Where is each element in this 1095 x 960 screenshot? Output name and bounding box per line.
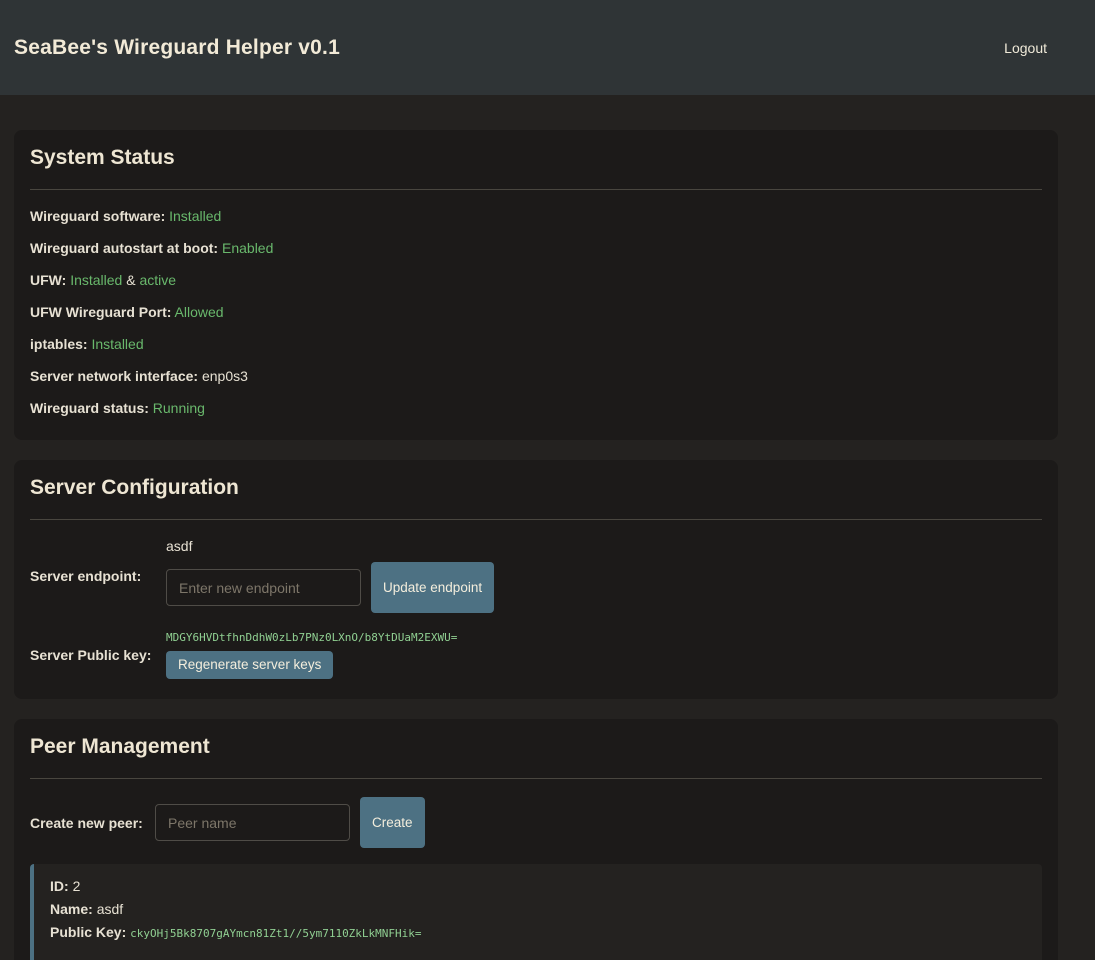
peer-id-label: ID: xyxy=(50,878,69,894)
divider xyxy=(30,189,1042,190)
peer-management-card: Peer Management Create new peer: Create … xyxy=(14,719,1058,960)
update-endpoint-button[interactable]: Update endpoint xyxy=(371,562,494,613)
status-label: Server network interface: xyxy=(30,368,198,384)
status-value: active xyxy=(139,272,176,288)
server-configuration-card: Server Configuration Server endpoint: as… xyxy=(14,460,1058,699)
status-label: Wireguard status: xyxy=(30,400,149,416)
status-value: Installed xyxy=(169,208,221,224)
endpoint-input[interactable] xyxy=(166,569,361,606)
status-value: enp0s3 xyxy=(202,368,248,384)
create-peer-button[interactable]: Create xyxy=(360,797,425,848)
server-public-key-row: Server Public key: MDGY6HVDtfhnDdhW0zLb7… xyxy=(30,631,1042,679)
status-value: Running xyxy=(153,400,205,416)
status-wireguard-software: Wireguard software: Installed xyxy=(30,208,1042,224)
peer-list-item: ID: 2 Name: asdf Public Key: ckyOHj5Bk87… xyxy=(30,864,1042,960)
create-peer-row: Create new peer: Create xyxy=(30,797,1042,848)
peer-name-input[interactable] xyxy=(155,804,350,841)
server-endpoint-current-value: asdf xyxy=(166,538,494,554)
status-iptables: iptables: Installed xyxy=(30,336,1042,352)
status-label: UFW: xyxy=(30,272,66,288)
divider xyxy=(30,778,1042,779)
system-status-heading: System Status xyxy=(30,146,1042,170)
status-label: UFW Wireguard Port: xyxy=(30,304,171,320)
navbar: SeaBee's Wireguard Helper v0.1 Logout xyxy=(0,0,1095,95)
server-endpoint-content: asdf Update endpoint xyxy=(166,538,494,613)
peer-name-line: Name: asdf xyxy=(50,901,1026,918)
status-label: Wireguard autostart at boot: xyxy=(30,240,218,256)
server-configuration-heading: Server Configuration xyxy=(30,476,1042,500)
divider xyxy=(30,519,1042,520)
status-value: Installed xyxy=(91,336,143,352)
status-separator: & xyxy=(126,272,135,288)
status-ufw: UFW: Installed & active xyxy=(30,272,1042,288)
status-wireguard-status: Wireguard status: Running xyxy=(30,400,1042,416)
peer-public-key-label: Public Key: xyxy=(50,924,126,940)
peer-name-value: asdf xyxy=(97,901,123,917)
status-wireguard-autostart: Wireguard autostart at boot: Enabled xyxy=(30,240,1042,256)
status-value: Enabled xyxy=(222,240,273,256)
peer-public-key-value: ckyOHj5Bk8707gAYmcn81Zt1//5ym7110ZkLkMNF… xyxy=(130,927,421,940)
logout-link[interactable]: Logout xyxy=(1004,40,1047,56)
peer-management-heading: Peer Management xyxy=(30,735,1042,759)
server-endpoint-label: Server endpoint: xyxy=(30,568,166,584)
server-endpoint-row: Server endpoint: asdf Update endpoint xyxy=(30,538,1042,613)
peer-id-value: 2 xyxy=(73,878,81,894)
peer-id-line: ID: 2 xyxy=(50,878,1026,895)
status-value: Allowed xyxy=(175,304,224,320)
status-label: Wireguard software: xyxy=(30,208,165,224)
status-network-interface: Server network interface: enp0s3 xyxy=(30,368,1042,384)
status-value: Installed xyxy=(70,272,122,288)
system-status-card: System Status Wireguard software: Instal… xyxy=(14,130,1058,440)
server-public-key-value: MDGY6HVDtfhnDdhW0zLb7PNz0LXnO/b8YtDUaM2E… xyxy=(166,631,457,644)
status-label: iptables: xyxy=(30,336,88,352)
peer-public-key-line: Public Key: ckyOHj5Bk8707gAYmcn81Zt1//5y… xyxy=(50,924,1026,942)
server-public-key-content: MDGY6HVDtfhnDdhW0zLb7PNz0LXnO/b8YtDUaM2E… xyxy=(166,631,457,679)
server-public-key-label: Server Public key: xyxy=(30,647,166,663)
app-title: SeaBee's Wireguard Helper v0.1 xyxy=(14,36,340,60)
status-ufw-port: UFW Wireguard Port: Allowed xyxy=(30,304,1042,320)
regenerate-server-keys-button[interactable]: Regenerate server keys xyxy=(166,651,333,679)
peer-name-label: Name: xyxy=(50,901,93,917)
main-content: System Status Wireguard software: Instal… xyxy=(0,95,1095,960)
create-peer-label: Create new peer: xyxy=(30,815,155,831)
